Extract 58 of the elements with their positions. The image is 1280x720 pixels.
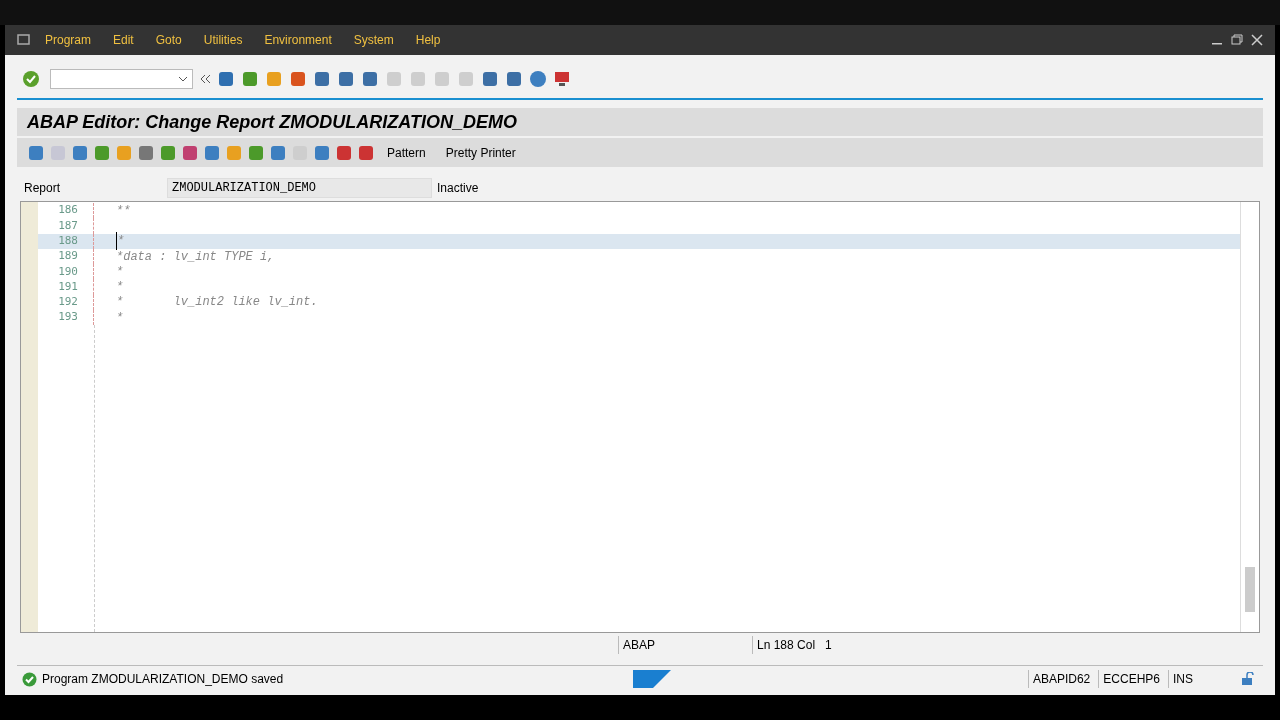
system-info[interactable]: ABAPID62 bbox=[1027, 670, 1091, 688]
toolbar-icon[interactable] bbox=[269, 143, 287, 162]
menu-item[interactable]: Utilities bbox=[203, 31, 243, 49]
code-comment: *data : lv_int TYPE i, bbox=[116, 248, 275, 266]
code-comment: * bbox=[116, 279, 124, 296]
menu-item[interactable]: Program bbox=[45, 31, 91, 49]
line-number: 190 bbox=[57, 263, 78, 280]
toolbar-button[interactable]: Pattern bbox=[379, 143, 434, 162]
toolbar-icon[interactable] bbox=[313, 143, 331, 162]
report-status: Inactive bbox=[437, 180, 479, 197]
language-indicator: ABAP bbox=[618, 636, 752, 654]
toolbar-icon[interactable] bbox=[335, 143, 353, 162]
line-number: 186 bbox=[57, 202, 78, 219]
report-field[interactable]: ZMODULARIZATION_DEMO bbox=[167, 178, 432, 198]
line-number: 191 bbox=[57, 278, 78, 295]
input-mode: INS bbox=[1168, 670, 1193, 688]
code-comment: ** bbox=[116, 202, 131, 220]
window-title: ABAP Editor: Change Report ZMODULARIZATION_DEMO bbox=[27, 110, 517, 134]
toolbar-icon[interactable] bbox=[203, 143, 221, 162]
toolbar-icon[interactable] bbox=[137, 143, 155, 162]
restore-icon[interactable] bbox=[1231, 34, 1243, 46]
toolbar-icon[interactable] bbox=[181, 143, 199, 162]
success-check-icon bbox=[22, 671, 37, 687]
enter-check-icon[interactable] bbox=[22, 70, 40, 88]
dropdown-caret-icon bbox=[178, 76, 188, 82]
monitor-icon[interactable] bbox=[553, 70, 571, 88]
toolbar-icon[interactable] bbox=[93, 143, 111, 162]
code-comment: * bbox=[116, 309, 124, 327]
toolbar-icon[interactable] bbox=[357, 143, 375, 162]
line-number: 187 bbox=[57, 217, 78, 234]
client-info: ECCEHP6 bbox=[1098, 670, 1160, 688]
code-comment: * bbox=[116, 263, 124, 281]
padlock-icon[interactable] bbox=[1241, 672, 1255, 686]
code-comment: * bbox=[116, 232, 125, 251]
toolbar-icon[interactable] bbox=[71, 143, 89, 162]
line-number: 189 bbox=[57, 248, 78, 265]
status-message: Program ZMODULARIZATION_DEMO saved bbox=[42, 671, 284, 688]
toolbar-icon[interactable] bbox=[225, 143, 243, 162]
line-number: 193 bbox=[57, 309, 78, 326]
toolbar-icon[interactable] bbox=[159, 143, 177, 162]
sap-logo bbox=[633, 670, 672, 688]
toolbar-button[interactable]: Pretty Printer bbox=[437, 143, 524, 162]
toolbar-icon[interactable] bbox=[247, 143, 265, 162]
command-field[interactable] bbox=[50, 69, 193, 89]
close-icon[interactable] bbox=[1251, 34, 1263, 46]
menu-item[interactable]: System bbox=[353, 31, 394, 49]
menu-icon[interactable] bbox=[17, 34, 31, 46]
code-comment: * lv_int2 like lv_int. bbox=[116, 294, 318, 312]
line-number: 188 bbox=[57, 233, 78, 249]
line-number: 192 bbox=[57, 294, 78, 311]
menu-item[interactable]: Goto bbox=[155, 31, 182, 49]
menu-item[interactable]: Edit bbox=[113, 31, 134, 49]
toolbar-icon[interactable] bbox=[115, 143, 133, 162]
double-chevron-icon[interactable] bbox=[199, 73, 211, 85]
cursor-position: Ln 188 Col 1 bbox=[752, 636, 832, 654]
menu-item[interactable]: Help bbox=[415, 31, 441, 49]
menu-item[interactable]: Environment bbox=[264, 31, 332, 49]
report-label: Report bbox=[23, 180, 62, 197]
